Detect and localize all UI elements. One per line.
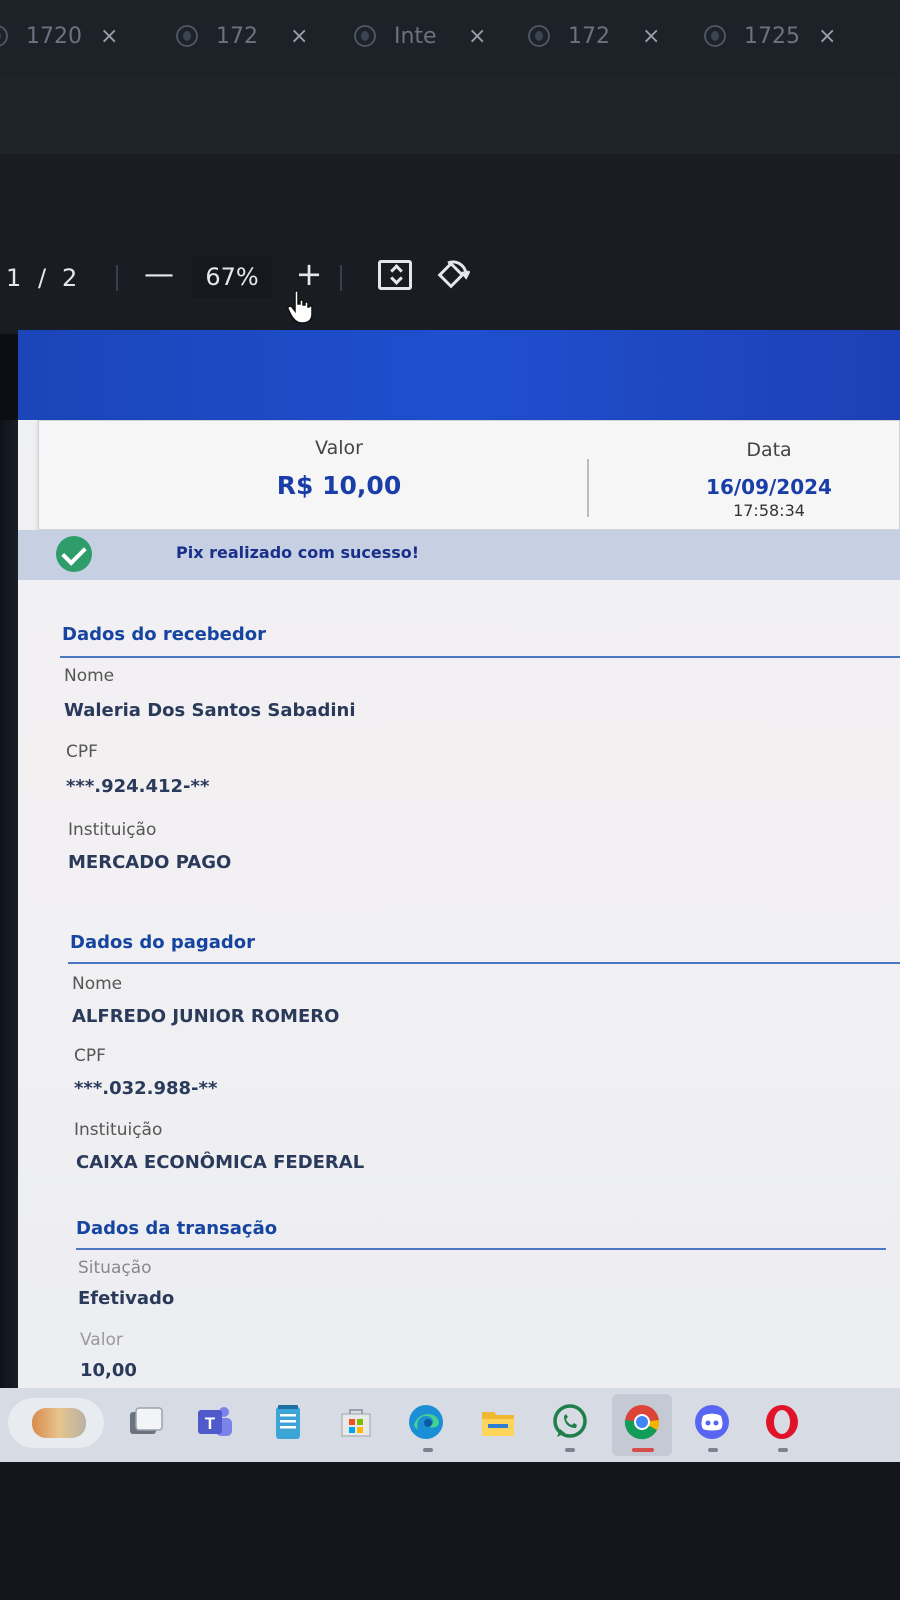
taskbar: T [0, 1388, 900, 1462]
valor-label: Valor [315, 437, 363, 459]
section-divider [60, 656, 900, 658]
teams-icon[interactable]: T [194, 1402, 234, 1442]
close-icon[interactable]: × [642, 24, 660, 49]
edge-icon[interactable] [406, 1402, 446, 1442]
rotate-icon[interactable] [434, 258, 471, 294]
recebedor-cpf-label: CPF [66, 742, 98, 762]
tab-title: 1725 [744, 23, 800, 49]
recebedor-instituicao-value: MERCADO PAGO [68, 852, 232, 873]
recebedor-cpf-value: ***.924.412-** [66, 776, 210, 797]
running-indicator [423, 1448, 433, 1452]
pagador-nome-value: ALFREDO JUNIOR ROMERO [72, 1006, 340, 1027]
running-indicator-active [632, 1448, 654, 1452]
pagador-instituicao-value: CAIXA ECONÔMICA FEDERAL [76, 1152, 365, 1173]
browser-toolbar [0, 76, 900, 154]
recebedor-nome-value: Waleria Dos Santos Sabadini [64, 700, 356, 721]
close-icon[interactable]: × [468, 24, 486, 49]
running-indicator [565, 1448, 575, 1452]
page-separator: / [38, 264, 47, 292]
globe-icon [528, 25, 550, 47]
transacao-valor-value: 10,00 [80, 1360, 137, 1381]
file-explorer-icon[interactable] [478, 1402, 518, 1442]
close-icon[interactable]: × [100, 24, 118, 49]
section-title-transacao: Dados da transação [76, 1218, 278, 1239]
globe-icon [704, 25, 726, 47]
summary-card: Valor R$ 10,00 Data 16/09/2024 17:58:34 [38, 420, 900, 530]
fit-to-page-icon[interactable] [378, 260, 412, 290]
recebedor-nome-label: Nome [64, 666, 115, 686]
task-view-icon[interactable] [126, 1402, 166, 1442]
close-icon[interactable]: × [818, 24, 836, 49]
pagador-instituicao-label: Instituição [74, 1120, 163, 1140]
tab-title: 172 [216, 23, 258, 49]
browser-tab[interactable]: 172 × [528, 14, 660, 58]
pagador-cpf-label: CPF [74, 1046, 106, 1066]
pagador-cpf-value: ***.032.988-** [74, 1078, 218, 1099]
toolbar-divider [340, 265, 342, 291]
toolbar-divider [116, 265, 118, 291]
transacao-situacao-label: Situação [78, 1258, 152, 1278]
pagador-nome-label: Nome [72, 974, 123, 994]
data-value: 16/09/2024 [706, 475, 832, 499]
store-icon[interactable] [336, 1402, 376, 1442]
section-divider [68, 962, 900, 964]
tab-title: Inte [394, 23, 437, 49]
notepad-icon[interactable] [268, 1402, 308, 1442]
running-indicator [708, 1448, 718, 1452]
data-label: Data [746, 439, 792, 461]
recebedor-instituicao-label: Instituição [68, 820, 157, 840]
success-banner: Pix realizado com sucesso! [18, 530, 900, 580]
time-value: 17:58:34 [733, 501, 805, 520]
check-circle-icon [56, 536, 92, 572]
zoom-level-field[interactable]: 67% [192, 256, 272, 298]
tab-title: 172 [568, 23, 610, 49]
monitor-bottom-bezel [0, 1462, 900, 1600]
running-indicator [778, 1448, 788, 1452]
browser-tab[interactable]: Inte × [354, 14, 486, 58]
valor-amount: R$ 10,00 [276, 471, 402, 500]
hand-cursor-icon [287, 290, 313, 324]
header-banner [18, 330, 900, 420]
browser-tab[interactable]: 172 × [176, 14, 308, 58]
svg-text:T: T [205, 1414, 216, 1433]
browser-tab[interactable]: 1725 × [704, 14, 836, 58]
page-number-input[interactable]: 1 [6, 264, 21, 292]
close-icon[interactable]: × [290, 24, 308, 49]
whatsapp-icon[interactable] [550, 1402, 590, 1442]
zoom-in-button[interactable]: + [292, 258, 326, 292]
globe-icon [0, 25, 8, 47]
globe-icon [176, 25, 198, 47]
zoom-out-button[interactable]: — [142, 260, 176, 294]
globe-icon [354, 25, 376, 47]
transacao-valor-label: Valor [80, 1330, 123, 1350]
weather-icon[interactable] [8, 1398, 104, 1448]
browser-tab[interactable]: 1720 × [0, 14, 118, 58]
tab-title: 1720 [26, 23, 82, 49]
pdf-toolbar: 1 / 2 — 67% + [0, 250, 900, 306]
summary-divider [587, 459, 589, 517]
discord-icon[interactable] [692, 1402, 732, 1442]
section-title-recebedor: Dados do recebedor [62, 624, 267, 645]
screen: 1720 × 172 × Inte × 172 × 1725 × 1 / 2 —… [0, 0, 900, 1600]
success-message: Pix realizado com sucesso! [176, 543, 420, 562]
chrome-icon[interactable] [622, 1402, 662, 1442]
pdf-page: Valor R$ 10,00 Data 16/09/2024 17:58:34 … [18, 330, 900, 1410]
opera-icon[interactable] [762, 1402, 802, 1442]
section-title-pagador: Dados do pagador [70, 932, 256, 953]
page-total: 2 [62, 264, 78, 292]
transacao-situacao-value: Efetivado [78, 1288, 175, 1309]
section-divider [76, 1248, 886, 1250]
browser-tab-bar: 1720 × 172 × Inte × 172 × 1725 × [0, 0, 900, 76]
pdf-viewer-background [0, 154, 900, 334]
